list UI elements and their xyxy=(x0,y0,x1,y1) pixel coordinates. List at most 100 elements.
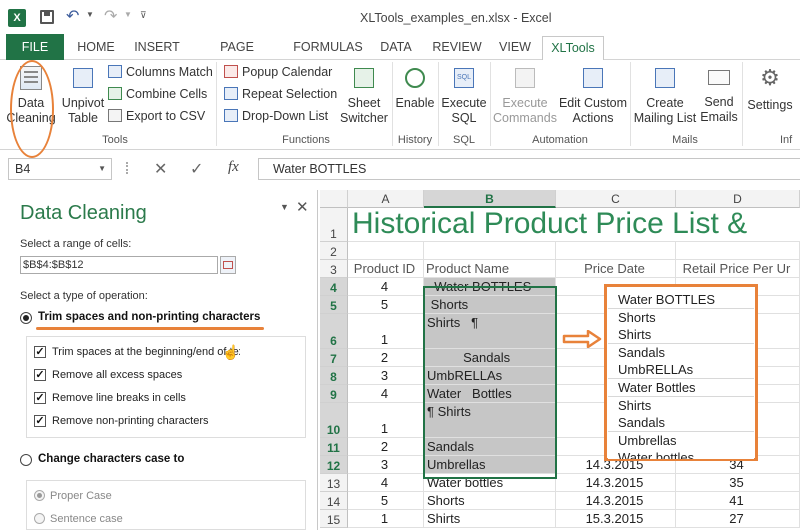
change-case-label[interactable]: Change characters case to xyxy=(38,453,184,465)
tab-file[interactable]: FILE xyxy=(6,34,64,60)
product-name-cell[interactable]: Sandals xyxy=(424,349,556,367)
row-header[interactable]: 1 xyxy=(320,208,348,242)
row-header[interactable]: 9 xyxy=(320,385,348,403)
column-heading[interactable]: Retail Price Per Ur xyxy=(676,260,800,278)
table-cell[interactable]: 3 xyxy=(348,456,424,474)
tab-page-layout[interactable]: PAGE LAYOUT xyxy=(194,38,280,72)
edit-custom-actions-button[interactable]: Edit Custom Actions xyxy=(558,64,628,126)
table-cell[interactable]: 2 xyxy=(348,349,424,367)
table-cell[interactable]: 27 xyxy=(676,510,800,528)
table-cell[interactable]: 14.3.2015 xyxy=(556,492,676,510)
row-header[interactable]: 10 xyxy=(320,403,348,438)
select-all-corner[interactable] xyxy=(320,190,348,208)
create-mailing-list-button[interactable]: Create Mailing List xyxy=(632,64,698,126)
product-name-cell[interactable]: Shorts xyxy=(424,492,556,510)
column-heading[interactable]: Product ID xyxy=(348,260,424,278)
range-select-icon[interactable] xyxy=(220,256,236,274)
trim-option-label[interactable]: Trim spaces and non-printing characters xyxy=(38,311,260,323)
name-box[interactable]: B4 ▼ xyxy=(8,158,112,180)
row-header[interactable]: 13 xyxy=(320,474,348,492)
columns-match-button[interactable]: Columns Match xyxy=(108,64,213,80)
remove-excess-spaces-checkbox[interactable]: ✓ xyxy=(34,369,46,381)
function-icon[interactable]: fx xyxy=(228,159,239,176)
tab-review[interactable]: REVIEW xyxy=(428,38,486,60)
tab-xltools[interactable]: XLTools xyxy=(542,36,604,61)
product-name-cell[interactable]: Shirts ¶ xyxy=(424,314,556,349)
row-header[interactable]: 5 xyxy=(320,296,348,314)
table-cell[interactable]: 5 xyxy=(348,296,424,314)
trim-radio[interactable] xyxy=(20,312,32,324)
remove-nonprinting-checkbox[interactable]: ✓ xyxy=(34,415,46,427)
table-cell[interactable]: 1 xyxy=(348,403,424,438)
table-cell[interactable]: 14.3.2015 xyxy=(556,474,676,492)
tab-view[interactable]: VIEW xyxy=(494,38,536,60)
table-cell[interactable]: 5 xyxy=(348,492,424,510)
column-header-a[interactable]: A xyxy=(348,190,424,208)
row-header[interactable]: 7 xyxy=(320,349,348,367)
row-header[interactable]: 14 xyxy=(320,492,348,510)
table-cell[interactable]: 3 xyxy=(348,367,424,385)
table-cell[interactable]: 35 xyxy=(676,474,800,492)
pane-options-icon[interactable]: ▼ xyxy=(280,202,289,212)
table-cell[interactable] xyxy=(556,242,676,260)
dropdown-list-button[interactable]: Drop-Down List xyxy=(224,108,328,124)
undo-dropdown-icon[interactable]: ▼ xyxy=(86,10,94,19)
export-csv-button[interactable]: Export to CSV xyxy=(108,108,205,124)
table-cell[interactable]: 4 xyxy=(348,278,424,296)
column-header-c[interactable]: C xyxy=(556,190,676,208)
product-name-cell[interactable]: Water BOTTLES xyxy=(424,278,556,296)
table-cell[interactable]: 1 xyxy=(348,510,424,528)
table-cell[interactable]: 1 xyxy=(348,314,424,349)
formula-input[interactable]: Water BOTTLES xyxy=(258,158,800,180)
remove-line-breaks-checkbox[interactable]: ✓ xyxy=(34,392,46,404)
popup-calendar-button[interactable]: Popup Calendar xyxy=(224,64,332,80)
row-header[interactable]: 6 xyxy=(320,314,348,349)
enter-icon[interactable]: ✓ xyxy=(190,159,203,179)
table-cell[interactable] xyxy=(348,242,424,260)
column-heading[interactable]: Product Name xyxy=(424,260,556,278)
close-icon[interactable]: ✕ xyxy=(296,198,309,216)
redo-icon[interactable]: ↷ xyxy=(104,6,117,26)
chevron-down-icon[interactable]: ▼ xyxy=(98,159,106,179)
tab-formulas[interactable]: FORMULAS xyxy=(290,38,366,60)
sheet-title[interactable]: Historical Product Price List & xyxy=(348,208,800,242)
range-input[interactable]: $B$4:$B$12 xyxy=(20,256,218,274)
column-header-b[interactable]: B xyxy=(424,190,556,208)
product-name-cell[interactable]: Shorts xyxy=(424,296,556,314)
enable-history-button[interactable]: Enable xyxy=(394,64,436,111)
product-name-cell[interactable]: Water Bottles xyxy=(424,385,556,403)
send-emails-button[interactable]: Send Emails xyxy=(698,64,740,125)
table-cell[interactable]: 15.3.2015 xyxy=(556,510,676,528)
table-cell[interactable]: 41 xyxy=(676,492,800,510)
row-header[interactable]: 3 xyxy=(320,260,348,278)
tab-home[interactable]: HOME xyxy=(72,38,120,60)
product-name-cell[interactable]: Water bottles xyxy=(424,474,556,492)
product-name-cell[interactable]: UmbRELLAs xyxy=(424,367,556,385)
product-name-cell[interactable]: Shirts xyxy=(424,510,556,528)
repeat-selection-button[interactable]: Repeat Selection xyxy=(224,86,337,102)
table-cell[interactable]: 4 xyxy=(348,474,424,492)
trim-ends-checkbox[interactable]: ✓ xyxy=(34,346,46,358)
row-header[interactable]: 4 xyxy=(320,278,348,296)
sheet-switcher-button[interactable]: Sheet Switcher xyxy=(338,64,390,126)
redo-dropdown-icon[interactable]: ▼ xyxy=(124,10,132,19)
tab-data[interactable]: DATA xyxy=(374,38,418,60)
table-cell[interactable]: 2 xyxy=(348,438,424,456)
execute-sql-button[interactable]: SQL Execute SQL xyxy=(440,64,488,126)
row-header[interactable]: 12 xyxy=(320,456,348,474)
undo-icon[interactable]: ↶ xyxy=(66,6,79,26)
product-name-cell[interactable]: ¶ Shirts xyxy=(424,403,556,438)
column-header-d[interactable]: D xyxy=(676,190,800,208)
table-cell[interactable] xyxy=(676,242,800,260)
row-header[interactable]: 2 xyxy=(320,242,348,260)
change-case-radio[interactable] xyxy=(20,454,32,466)
unpivot-table-button[interactable]: Unpivot Table xyxy=(60,64,106,126)
row-header[interactable]: 11 xyxy=(320,438,348,456)
table-cell[interactable] xyxy=(424,242,556,260)
table-cell[interactable]: 4 xyxy=(348,385,424,403)
column-heading[interactable]: Price Date xyxy=(556,260,676,278)
combine-cells-button[interactable]: Combine Cells xyxy=(108,86,207,102)
row-header[interactable]: 15 xyxy=(320,510,348,528)
product-name-cell[interactable]: Sandals xyxy=(424,438,556,456)
product-name-cell[interactable]: Umbrellas xyxy=(424,456,556,474)
